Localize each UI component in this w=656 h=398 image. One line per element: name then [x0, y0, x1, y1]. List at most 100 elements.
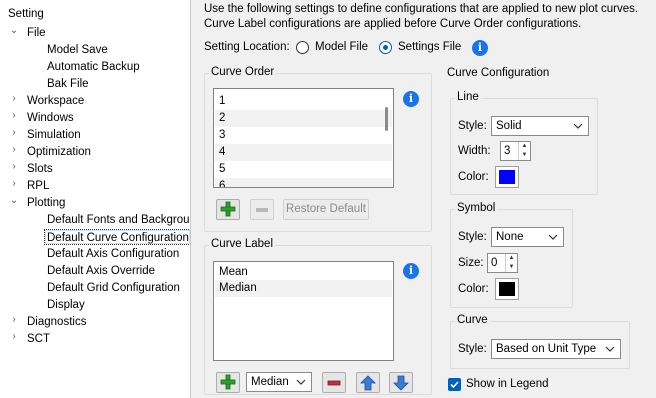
move-down-button[interactable] [389, 372, 413, 393]
line-color-label: Color: [458, 171, 489, 183]
chevron-right-icon[interactable]: › [9, 178, 19, 194]
scrollbar-thumb[interactable] [385, 107, 388, 131]
move-up-button[interactable] [356, 372, 380, 393]
tree-item-slots[interactable]: Slots [27, 161, 53, 177]
tree-item-model-save[interactable]: Model Save [47, 42, 108, 58]
chevron-right-icon[interactable]: › [9, 331, 19, 347]
symbol-size-value: 0 [491, 257, 498, 269]
list-item[interactable]: Mean [215, 264, 392, 281]
symbol-style-value: None [496, 231, 524, 243]
curve-order-title: Curve Order [209, 66, 277, 78]
line-style-label: Style: [458, 120, 487, 132]
tree-item-default-fonts[interactable]: Default Fonts and Backgrou [47, 212, 190, 228]
show-in-legend-label[interactable]: Show in Legend [466, 378, 548, 390]
tree-item-plotting[interactable]: Plotting [27, 195, 65, 211]
line-style-combo[interactable]: Solid [491, 116, 589, 136]
symbol-size-label: Size: [458, 257, 484, 269]
show-in-legend-checkbox[interactable] [448, 378, 461, 391]
list-item[interactable]: 1 [215, 93, 392, 110]
chevron-right-icon[interactable]: › [9, 93, 19, 109]
chevron-down-icon [296, 379, 306, 385]
symbol-size-spinner[interactable]: 0 ▲ ▼ [487, 253, 518, 273]
chevron-right-icon[interactable]: › [9, 110, 19, 126]
tree-item-default-grid-configuration[interactable]: Default Grid Configuration [47, 280, 180, 296]
settings-file-label[interactable]: Settings File [398, 41, 461, 53]
settings-file-radio[interactable] [379, 41, 392, 54]
symbol-style-combo[interactable]: None [491, 227, 564, 247]
symbol-title: Symbol [455, 202, 498, 214]
tree-item-windows[interactable]: Windows [27, 110, 74, 126]
tree-item-default-axis-override[interactable]: Default Axis Override [47, 263, 155, 279]
line-width-spinner[interactable]: 3 ▲ ▼ [500, 141, 531, 161]
symbol-color-swatch[interactable] [495, 278, 519, 300]
checkmark-icon [450, 381, 459, 389]
tree-item-default-axis-configuration[interactable]: Default Axis Configuration [47, 246, 179, 262]
line-color-swatch[interactable] [495, 166, 519, 188]
symbol-color-fill [499, 282, 515, 296]
tree-item-simulation[interactable]: Simulation [27, 127, 81, 143]
spinner-arrows-icon[interactable]: ▲ ▼ [505, 254, 517, 272]
tree-item-display[interactable]: Display [47, 297, 85, 313]
chevron-down-icon [605, 346, 615, 352]
chevron-down-icon[interactable]: ⌄ [9, 25, 19, 41]
tree-item-diagnostics[interactable]: Diagnostics [27, 314, 86, 330]
add-curve-order-button[interactable] [216, 199, 240, 220]
add-curve-label-button[interactable] [216, 372, 240, 393]
curve-label-title: Curve Label [209, 238, 276, 250]
info-icon[interactable]: i [403, 91, 419, 107]
setting-location-label: Setting Location: [204, 41, 290, 53]
minus-icon [327, 380, 341, 386]
symbol-style-label: Style: [458, 231, 487, 243]
model-file-label[interactable]: Model File [315, 41, 368, 53]
tree-item-sct[interactable]: SCT [27, 331, 50, 347]
curve-style-value: Based on Unit Type [496, 343, 597, 355]
symbol-color-label: Color: [458, 283, 489, 295]
chevron-down-icon[interactable]: ⌄ [9, 195, 19, 211]
chevron-down-icon [548, 234, 558, 240]
chevron-right-icon[interactable]: › [9, 314, 19, 330]
list-item[interactable]: 5 [215, 161, 392, 178]
list-item[interactable]: 4 [215, 144, 392, 161]
restore-default-button[interactable]: Restore Default [283, 199, 369, 220]
tree-item-bak-file[interactable]: Bak File [47, 76, 89, 92]
plus-icon [220, 201, 236, 217]
curve-label-list[interactable]: Mean Median [213, 261, 394, 361]
info-icon[interactable]: i [472, 40, 488, 56]
curve-order-list[interactable]: 1 2 3 4 5 6 [213, 88, 394, 188]
remove-curve-order-button[interactable] [250, 199, 274, 220]
tree-item-default-curve-configuration[interactable]: Default Curve Configuration [44, 229, 190, 245]
tree-root-setting[interactable]: Setting [8, 6, 44, 22]
model-file-radio[interactable] [296, 41, 309, 54]
description-line-2: Curve Label configurations are applied b… [204, 18, 582, 30]
tree-item-automatic-backup[interactable]: Automatic Backup [47, 59, 140, 75]
curve-label-combo[interactable]: Median [246, 372, 312, 392]
list-item[interactable]: Median [215, 280, 392, 297]
line-style-value: Solid [496, 120, 522, 132]
spinner-arrows-icon[interactable]: ▲ ▼ [518, 142, 530, 160]
tree-item-workspace[interactable]: Workspace [27, 93, 84, 109]
tree-item-optimization[interactable]: Optimization [27, 144, 91, 160]
remove-curve-label-button[interactable] [322, 372, 346, 393]
list-item[interactable]: 6 [215, 178, 392, 187]
list-item[interactable]: 2 [215, 110, 392, 127]
tree-item-rpl[interactable]: RPL [27, 178, 49, 194]
tree-item-file[interactable]: File [27, 25, 46, 41]
arrow-down-icon [393, 375, 409, 391]
curve-title: Curve [455, 314, 490, 326]
line-width-value: 3 [504, 145, 511, 157]
curve-configuration-title: Curve Configuration [447, 67, 550, 79]
curve-style-combo[interactable]: Based on Unit Type [491, 339, 621, 359]
chevron-right-icon[interactable]: › [9, 127, 19, 143]
settings-tree[interactable]: Setting ⌄ File Model Save Automatic Back… [0, 0, 191, 398]
chevron-right-icon[interactable]: › [9, 144, 19, 160]
line-color-fill [499, 170, 515, 184]
line-title: Line [455, 91, 481, 103]
list-item[interactable]: 3 [215, 127, 392, 144]
curve-style-label: Style: [458, 343, 487, 355]
chevron-right-icon[interactable]: › [9, 161, 19, 177]
arrow-up-icon [360, 375, 376, 391]
minus-icon [256, 208, 268, 212]
info-icon[interactable]: i [403, 263, 419, 279]
line-width-label: Width: [458, 145, 491, 157]
curve-label-combo-value: Median [251, 376, 289, 388]
